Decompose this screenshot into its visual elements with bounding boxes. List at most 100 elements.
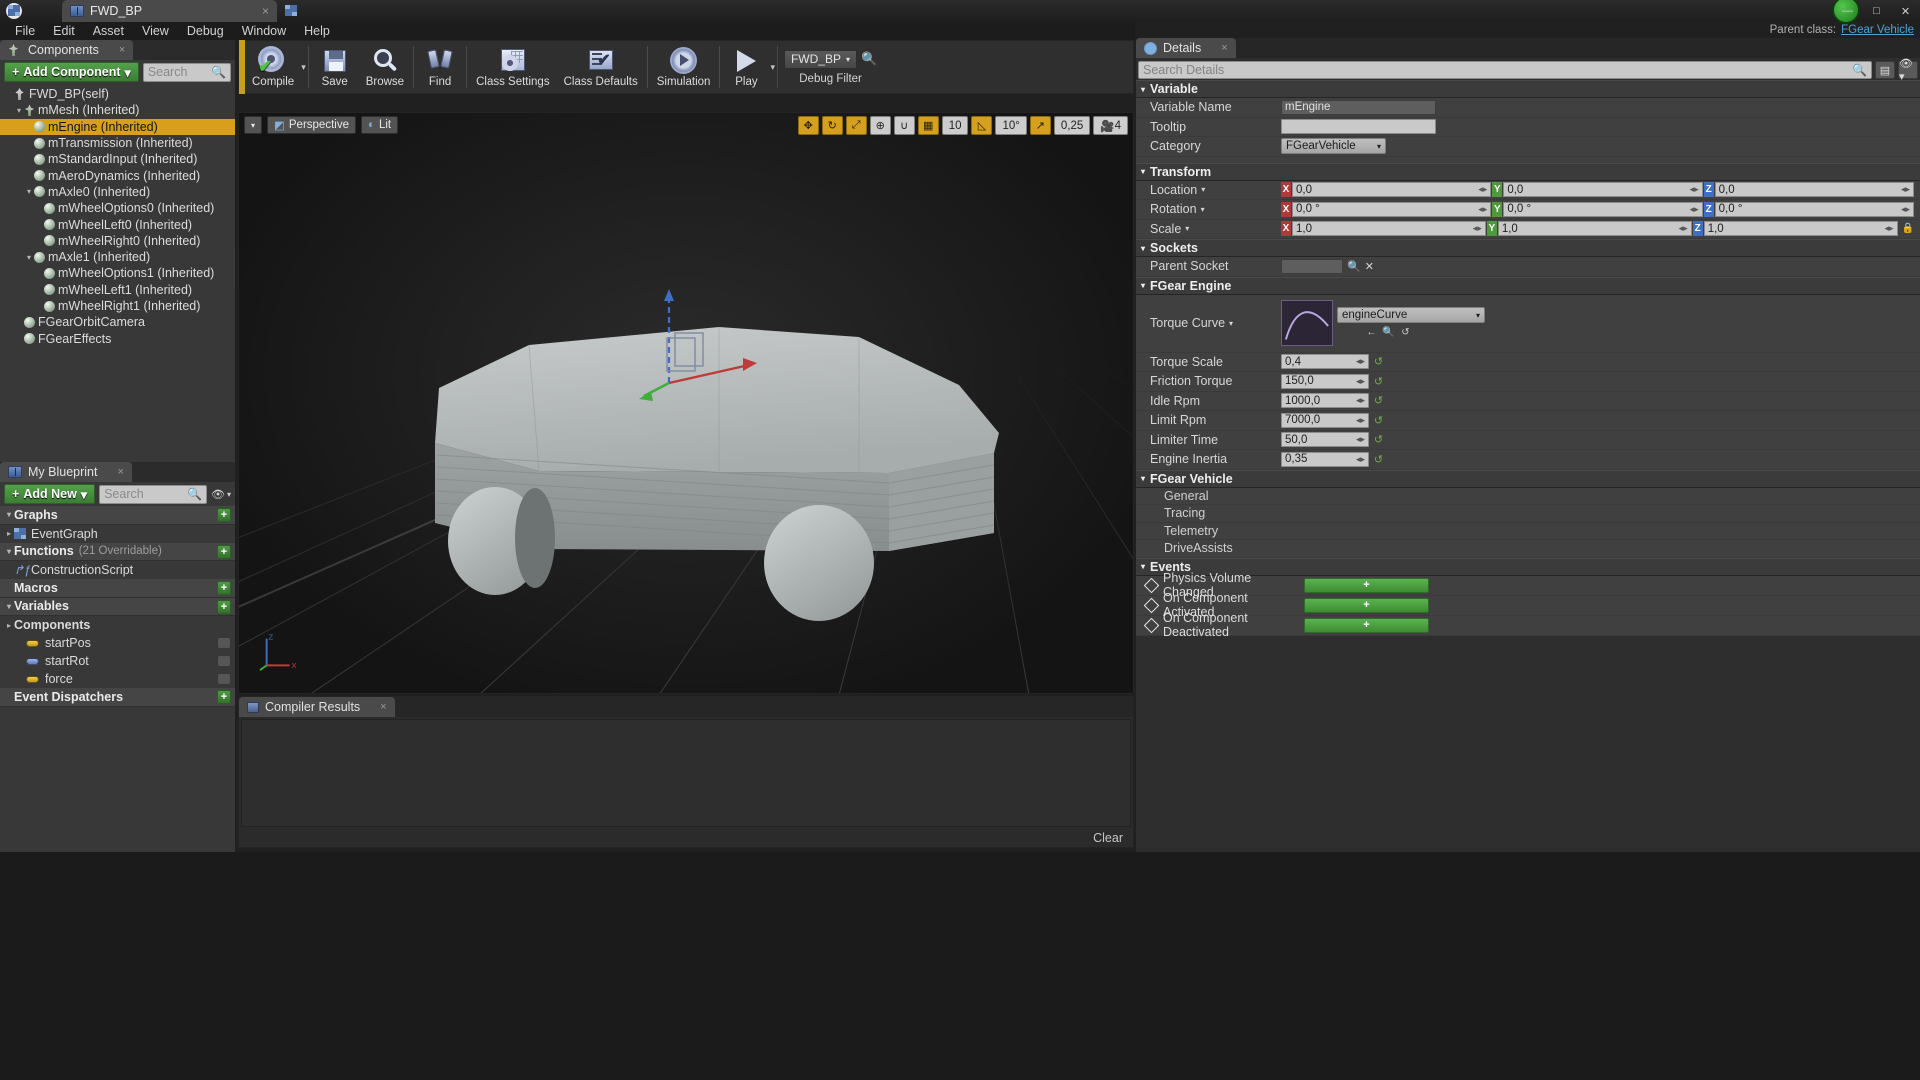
viewport-scale-snap-toggle[interactable]: ⤢ bbox=[845, 116, 867, 135]
component-tree-item[interactable]: ▾ mAxle1 (Inherited) bbox=[0, 249, 235, 265]
toolbar-class-settings-button[interactable]: Class Settings bbox=[469, 41, 557, 93]
component-tree-item[interactable]: mWheelRight0 (Inherited) bbox=[0, 233, 235, 249]
component-tree-item[interactable]: mWheelOptions0 (Inherited) bbox=[0, 200, 235, 216]
components-tree[interactable]: FWD_BP(self) ▾ mMesh (Inherited) mEngine (I… bbox=[0, 84, 235, 476]
component-tree-item[interactable]: mEngine (Inherited) bbox=[0, 118, 235, 135]
reset-to-default-icon[interactable]: ↺ bbox=[1373, 414, 1384, 427]
my-blueprint-category-event-dispatchers[interactable]: Event Dispatchers + bbox=[0, 688, 235, 707]
spinner-icon[interactable]: ◂▸ bbox=[1356, 434, 1365, 445]
minimize-button[interactable]: — bbox=[1833, 0, 1862, 22]
expand-collapse-chevron-icon[interactable]: ▾ bbox=[1141, 167, 1145, 176]
viewport-rotation-snap-toggle[interactable]: ◺ bbox=[971, 116, 993, 135]
text-input-tooltip[interactable] bbox=[1281, 119, 1436, 135]
spinner-icon[interactable]: ◂▸ bbox=[1690, 204, 1699, 215]
add-item-button[interactable]: + bbox=[217, 690, 231, 704]
toolbar-play-button[interactable]: Play bbox=[722, 41, 770, 93]
my-blueprint-item[interactable]: startPos bbox=[0, 634, 235, 652]
details-subcategory-general[interactable]: General bbox=[1136, 488, 1920, 505]
viewport-scale-snap-value[interactable]: 0,25 bbox=[1053, 116, 1091, 135]
viewport-surface-snap-toggle[interactable]: ∪ bbox=[893, 116, 915, 135]
document-tab-close-icon[interactable]: × bbox=[262, 4, 269, 18]
reset-to-default-icon[interactable]: ↺ bbox=[1373, 355, 1384, 368]
toolbar-save-button[interactable]: Save bbox=[311, 41, 359, 93]
compile-options-chevron-down-icon[interactable]: ▾ bbox=[301, 62, 306, 73]
spinner-icon[interactable]: ◂▸ bbox=[1884, 223, 1893, 234]
component-tree-item[interactable]: mWheelLeft1 (Inherited) bbox=[0, 282, 235, 298]
expand-collapse-chevron-icon[interactable]: ▾ bbox=[1141, 562, 1145, 571]
compiler-results-log[interactable] bbox=[241, 719, 1131, 827]
expand-collapse-chevron-icon[interactable]: ▸ bbox=[4, 526, 14, 542]
add-item-button[interactable]: + bbox=[217, 599, 231, 614]
component-tree-item[interactable]: mWheelOptions1 (Inherited) bbox=[0, 265, 235, 281]
spinner-icon[interactable]: ◂▸ bbox=[1473, 223, 1482, 234]
viewport-coordinate-system-toggle[interactable]: ⊕ bbox=[869, 116, 891, 135]
reset-to-default-icon[interactable]: ↺ bbox=[1373, 375, 1384, 388]
expand-collapse-chevron-icon[interactable]: ▾ bbox=[14, 102, 24, 118]
reset-to-default-icon[interactable]: ↺ bbox=[1373, 453, 1384, 466]
spinner-icon[interactable]: ◂▸ bbox=[1901, 184, 1910, 195]
expand-collapse-chevron-icon[interactable] bbox=[4, 580, 14, 596]
add-event-button[interactable]: + bbox=[1304, 597, 1429, 613]
parent-class-link[interactable]: FGear Vehicle bbox=[1841, 24, 1914, 36]
location-x-input[interactable]: 0,0 ◂▸ bbox=[1292, 182, 1492, 198]
scale-z-input[interactable]: 1,0 ◂▸ bbox=[1703, 221, 1898, 237]
viewport-grid-snap-toggle[interactable]: ▦ bbox=[917, 116, 939, 135]
viewport-scale-snap-toggle2[interactable]: ↗ bbox=[1029, 116, 1051, 135]
spinner-icon[interactable]: ◂▸ bbox=[1356, 356, 1365, 367]
add-item-button[interactable]: + bbox=[217, 508, 231, 522]
scale-y-input[interactable]: 1,0 ◂▸ bbox=[1497, 221, 1692, 237]
tab-compiler-results[interactable]: Compiler Results × bbox=[239, 697, 395, 717]
details-subcategory-driveassists[interactable]: DriveAssists bbox=[1136, 540, 1920, 558]
transform-gizmo[interactable] bbox=[639, 283, 769, 413]
component-tree-item[interactable]: mWheelLeft0 (Inherited) bbox=[0, 216, 235, 232]
component-tree-item[interactable]: FWD_BP(self) bbox=[0, 86, 235, 102]
tab-details[interactable]: Details × bbox=[1136, 38, 1236, 58]
text-input-variable-name[interactable]: mEngine bbox=[1281, 99, 1436, 115]
details-subcategory-tracing[interactable]: Tracing bbox=[1136, 505, 1920, 523]
add-new-button[interactable]: + Add New ▾ bbox=[4, 484, 96, 504]
number-input-torque-scale[interactable]: 0,4 ◂▸ bbox=[1281, 354, 1369, 370]
components-tab-close-icon[interactable]: × bbox=[119, 44, 125, 56]
tab-my-blueprint[interactable]: My Blueprint × bbox=[0, 462, 132, 482]
viewport-3d[interactable]: Z X ▾ ◩ Perspective ◐ Lit ✥ ↻ ⤢ ⊕ ∪ ▦ 10 ◺ 10° ↗ 0… bbox=[238, 112, 1134, 694]
my-blueprint-item[interactable]: ↱ƒ ConstructionScript bbox=[0, 561, 235, 579]
spinner-icon[interactable]: ◂▸ bbox=[1679, 223, 1688, 234]
spinner-icon[interactable]: ◂▸ bbox=[1478, 204, 1487, 215]
spinner-icon[interactable]: ◂▸ bbox=[1690, 184, 1699, 195]
details-section-variable[interactable]: ▾ Variable bbox=[1136, 80, 1920, 98]
expand-collapse-chevron-icon[interactable]: ▾ bbox=[24, 184, 34, 200]
my-blueprint-list[interactable]: ▾ Graphs + ▸ EventGraph ▾ Functions (21 Overrid… bbox=[0, 506, 235, 852]
lock-ratio-icon[interactable]: 🔒 bbox=[1902, 223, 1914, 234]
compiler-clear-button[interactable]: Clear bbox=[1093, 831, 1123, 845]
number-input-engine-inertia[interactable]: 0,35 ◂▸ bbox=[1281, 451, 1369, 467]
viewport-camera-speed[interactable]: 🎥 4 bbox=[1093, 116, 1128, 135]
details-section-fgear-engine[interactable]: ▾ FGear Engine bbox=[1136, 276, 1920, 295]
details-section-fgear-vehicle[interactable]: ▾ FGear Vehicle bbox=[1136, 469, 1920, 488]
add-item-button[interactable]: + bbox=[217, 544, 231, 559]
details-column-view-button[interactable]: ▤ bbox=[1875, 61, 1895, 79]
chevron-down-icon[interactable]: ▾ bbox=[1201, 205, 1205, 214]
component-tree-item[interactable]: FGearEffects bbox=[0, 330, 235, 346]
spinner-icon[interactable]: ◂▸ bbox=[1356, 415, 1365, 426]
details-subcategory-telemetry[interactable]: Telemetry bbox=[1136, 523, 1920, 540]
menu-asset[interactable]: Asset bbox=[84, 22, 133, 40]
add-event-button[interactable]: + bbox=[1304, 577, 1429, 593]
component-tree-item[interactable]: ▾ mMesh (Inherited) bbox=[0, 102, 235, 118]
compiler-results-tab-close-icon[interactable]: × bbox=[380, 701, 386, 713]
expand-collapse-chevron-icon[interactable]: ▾ bbox=[24, 249, 34, 265]
expand-collapse-chevron-icon[interactable]: ▾ bbox=[1141, 244, 1145, 253]
viewport-rotation-snap-value[interactable]: 10° bbox=[995, 116, 1027, 135]
reset-to-default-icon[interactable]: ↺ bbox=[1373, 394, 1384, 407]
my-blueprint-category-functions[interactable]: ▾ Functions (21 Overridable) + bbox=[0, 542, 235, 561]
parent-socket-input[interactable] bbox=[1281, 258, 1343, 274]
chevron-down-icon[interactable]: ▾ bbox=[1229, 319, 1233, 328]
toolbar-simulation-button[interactable]: Simulation bbox=[650, 41, 718, 93]
document-tab-fwd-bp[interactable]: FWD_BP × bbox=[62, 0, 277, 22]
component-tree-item[interactable]: mStandardInput (Inherited) bbox=[0, 151, 235, 167]
menu-file[interactable]: File bbox=[6, 22, 44, 40]
my-blueprint-item[interactable]: ▸ Components bbox=[0, 616, 235, 634]
my-blueprint-category-macros[interactable]: Macros + bbox=[0, 579, 235, 598]
my-blueprint-item[interactable]: ▸ EventGraph bbox=[0, 525, 235, 543]
reset-to-default-icon[interactable]: ↺ bbox=[1399, 326, 1412, 339]
spinner-icon[interactable]: ◂▸ bbox=[1356, 395, 1365, 406]
